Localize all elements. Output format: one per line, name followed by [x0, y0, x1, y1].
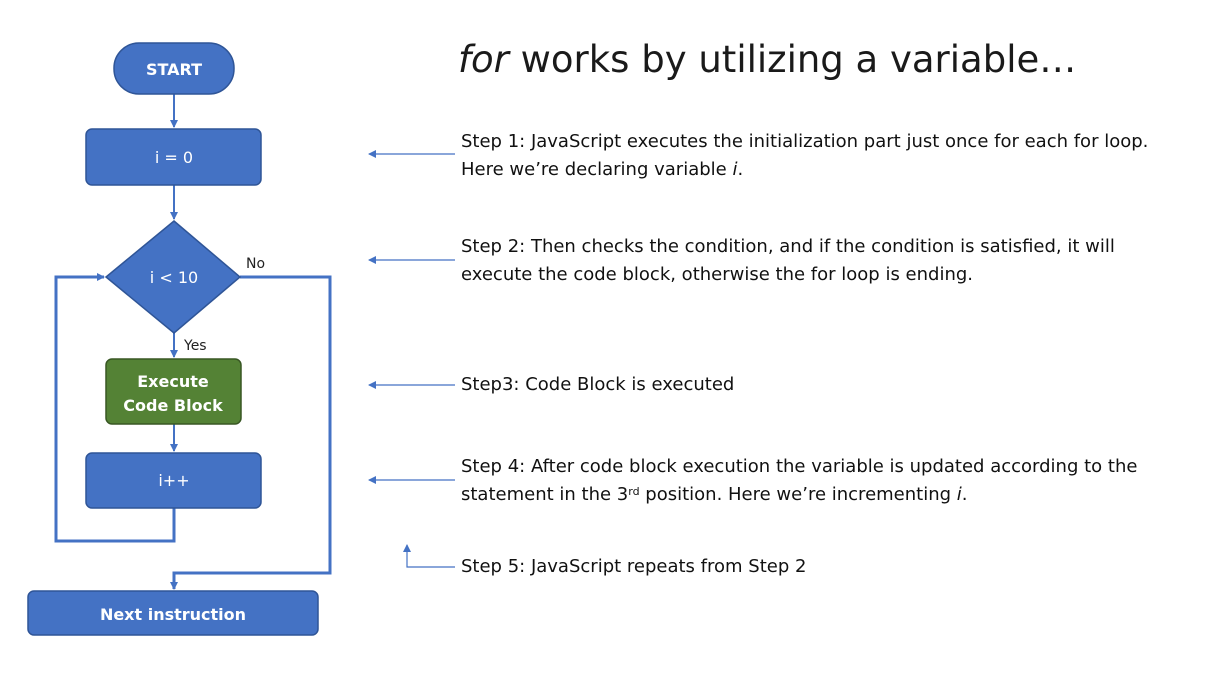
- init-node-label: i = 0: [155, 148, 193, 167]
- execute-node-label-line1: Execute: [137, 372, 209, 391]
- step-4-line-2: statement in the 3rd position. Here we’r…: [461, 481, 1201, 509]
- yes-label: Yes: [183, 338, 207, 354]
- start-node-label: START: [146, 60, 202, 79]
- step-4-line-2-prefix: statement in the 3: [461, 484, 629, 505]
- step-4-line-2-suffix: .: [961, 484, 968, 505]
- next-instruction-label: Next instruction: [100, 605, 246, 624]
- step-5-line-1: Step 5: JavaScript repeats from Step 2: [461, 556, 807, 577]
- step-1-line-2-prefix: Here we’re declaring variable: [461, 159, 733, 180]
- step-5-text: Step 5: JavaScript repeats from Step 2: [461, 553, 1201, 581]
- execute-node-label-line2: Code Block: [123, 396, 223, 415]
- title-keyword: for: [458, 38, 509, 81]
- step-1-text: Step 1: JavaScript executes the initiali…: [461, 128, 1201, 184]
- step-2-line-1: Step 2: Then checks the condition, and i…: [461, 236, 1115, 257]
- step-4-superscript: rd: [628, 485, 640, 498]
- step-1-line-2-suffix: .: [737, 159, 744, 180]
- step-3-line-1: Step3: Code Block is executed: [461, 374, 735, 395]
- condition-node-label: i < 10: [150, 268, 198, 287]
- step-4-line-2-mid: position. Here we’re incrementing: [639, 484, 957, 505]
- update-node-label: i++: [158, 471, 189, 490]
- title-rest: works by utilizing a variable…: [508, 38, 1077, 81]
- step-4-line-1: Step 4: After code block execution the v…: [461, 456, 1138, 477]
- step-4-text: Step 4: After code block execution the v…: [461, 453, 1201, 509]
- step-2-line-2: execute the code block, otherwise the fo…: [461, 264, 974, 285]
- no-label: No: [246, 256, 265, 272]
- step-2-text: Step 2: Then checks the condition, and i…: [461, 233, 1201, 289]
- slide-title: for works by utilizing a variable…: [458, 38, 1076, 81]
- step-3-text: Step3: Code Block is executed: [461, 371, 1201, 399]
- edge-no-exit: [170, 275, 332, 590]
- pointer-arrow-step5: [403, 544, 455, 568]
- step-1-line-2: Here we’re declaring variable i.: [461, 156, 1201, 184]
- step-1-line-1: Step 1: JavaScript executes the initiali…: [461, 131, 1149, 152]
